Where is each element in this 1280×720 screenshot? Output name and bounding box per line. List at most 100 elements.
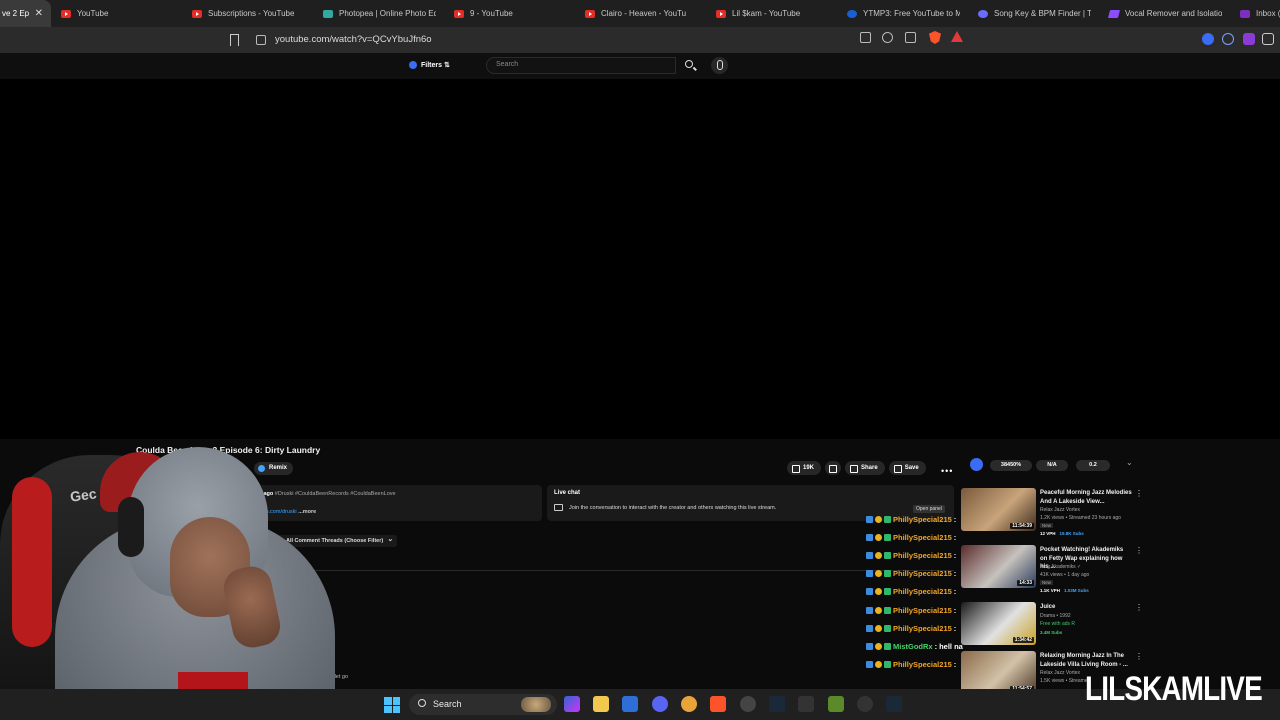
like-button[interactable]: 19K	[787, 461, 822, 475]
4k-downloader-icon[interactable]	[857, 696, 873, 712]
chat-badge-icon	[884, 551, 891, 559]
recommended-channel[interactable]: Drama • 1992	[1040, 613, 1071, 619]
recommended-video[interactable]: 11:54:39 Peaceful Morning Jazz Melodies A…	[961, 488, 1143, 543]
file-explorer-icon[interactable]	[593, 696, 609, 712]
video-thumbnail[interactable]: 11:54:57	[961, 651, 1036, 694]
brave-browser-icon[interactable]	[710, 696, 726, 712]
steam-icon[interactable]	[769, 696, 785, 712]
taskbar-search[interactable]: Search	[409, 694, 557, 715]
share-button[interactable]: Share	[845, 461, 885, 475]
search-highlight-icon	[521, 697, 551, 712]
browser-tab[interactable]: Lil $kam - YouTube	[706, 0, 837, 27]
video-thumbnail[interactable]: 14:33	[961, 545, 1036, 588]
discord-icon[interactable]	[652, 696, 668, 712]
url-text[interactable]: youtube.com/watch?v=QCvYbuJfn6o	[275, 34, 432, 45]
minecraft-icon[interactable]	[828, 696, 844, 712]
recommended-stats: 12 VPH 19.8K Subs	[1040, 531, 1084, 536]
chat-username[interactable]: PhillySpecial215	[893, 569, 952, 578]
chat-separator: :	[953, 605, 957, 615]
chat-username[interactable]: PhillySpecial215	[893, 515, 952, 524]
windows-start-icon[interactable]	[384, 697, 400, 713]
more-options-icon[interactable]: ⋮	[1135, 603, 1143, 612]
recommended-meta: 1.5K views • Streamed	[1040, 678, 1091, 684]
filters-button[interactable]: Filters ⇅	[409, 61, 450, 69]
chat-username[interactable]: PhillySpecial215	[893, 660, 952, 669]
search-icon	[418, 699, 426, 707]
audio-extension-icon[interactable]	[1222, 33, 1234, 45]
recommended-channel[interactable]: King Akademiks ✓	[1040, 564, 1081, 570]
recommended-meta: 1.2K views • Streamed 23 hours ago	[1040, 515, 1121, 521]
browser-tab[interactable]: Song Key & BPM Finder | T	[968, 0, 1099, 27]
steam-secondary-icon[interactable]	[886, 696, 902, 712]
chat-username[interactable]: PhillySpecial215	[893, 551, 952, 560]
dislike-button[interactable]	[825, 461, 842, 475]
chat-username[interactable]: PhillySpecial215	[893, 533, 952, 542]
extension-icon[interactable]	[1202, 33, 1214, 45]
yt-favicon-icon	[192, 9, 202, 18]
chat-username[interactable]: PhillySpecial215	[893, 624, 952, 633]
recommended-channel[interactable]: Relax Jazz Vortex	[1040, 507, 1080, 513]
video-player[interactable]	[0, 79, 1280, 439]
browser-tab[interactable]: Inbox (2	[1230, 0, 1280, 27]
zoom-icon[interactable]	[882, 32, 893, 43]
live-chat-title: Live chat	[554, 490, 581, 496]
chevron-down-icon[interactable]: ⌄	[1126, 458, 1133, 467]
chat-text: hell na	[939, 641, 963, 651]
chat-message: PhillySpecial215 :	[866, 619, 960, 637]
bookmark-icon[interactable]	[230, 34, 239, 46]
more-options-icon[interactable]: ⋮	[1135, 652, 1143, 661]
store-icon[interactable]	[622, 696, 638, 712]
more-actions-icon[interactable]: •••	[941, 466, 953, 476]
mail-favicon-icon	[1240, 9, 1250, 18]
more-options-icon[interactable]: ⋮	[1135, 489, 1143, 498]
recommended-video[interactable]: 1:34:42 Juice Drama • 1992 Free with ads R 3…	[961, 602, 1143, 657]
copilot-icon[interactable]	[564, 696, 580, 712]
divider	[280, 570, 954, 571]
browser-tab[interactable]: YTMP3: Free YouTube to M	[837, 0, 968, 27]
chat-username[interactable]: PhillySpecial215	[893, 587, 952, 596]
profile-extension-icon[interactable]	[1243, 33, 1255, 45]
share-page-icon[interactable]	[905, 32, 916, 43]
video-actions: 19K Share Save	[787, 461, 926, 475]
extensions-puzzle-icon[interactable]	[1262, 33, 1274, 45]
chat-overlay: PhillySpecial215 : PhillySpecial215 : Ph…	[866, 510, 963, 674]
site-info-icon[interactable]	[256, 35, 266, 45]
filters-label: Filters ⇅	[421, 62, 450, 69]
headset	[118, 497, 144, 557]
browser-tab[interactable]: YouTube	[51, 0, 182, 27]
close-tab-icon[interactable]: ✕	[35, 8, 43, 19]
chat-separator: :	[953, 550, 957, 560]
video-thumbnail[interactable]: 11:54:39	[961, 488, 1036, 531]
search-button[interactable]	[678, 57, 702, 74]
brave-rewards-icon[interactable]	[951, 31, 963, 42]
recommended-title[interactable]: Peaceful Morning Jazz Melodies And A Lak…	[1040, 489, 1132, 506]
voice-search-icon[interactable]	[711, 57, 728, 74]
recommended-title[interactable]: Relaxing Morning Jazz In The Lakeside Vi…	[1040, 652, 1132, 669]
browser-tab[interactable]: 9 - YouTube	[444, 0, 575, 27]
recommended-channel[interactable]: Relax Jazz Vortex	[1040, 670, 1080, 676]
recommended-title[interactable]: Juice	[1040, 603, 1132, 612]
chat-message: PhillySpecial215 :	[866, 510, 960, 528]
video-thumbnail[interactable]: 1:34:42	[961, 602, 1036, 645]
cast-icon[interactable]	[860, 32, 871, 43]
chat-badge-icon	[875, 624, 882, 632]
save-button[interactable]: Save	[888, 461, 926, 475]
browser-tab[interactable]: Clairo - Heaven - YouTu	[575, 0, 706, 27]
chat-badge-icon	[884, 588, 891, 596]
app-icon[interactable]	[798, 696, 814, 712]
stats-extension-logo[interactable]	[970, 458, 983, 471]
browser-tab[interactable]: Photopea | Online Photo Ed	[313, 0, 444, 27]
browser-tab[interactable]: Vocal Remover and Isolatio	[1099, 0, 1230, 27]
chat-username[interactable]: PhillySpecial215	[893, 606, 952, 615]
browser-tab[interactable]: Subscriptions - YouTube	[182, 0, 313, 27]
browser-tab[interactable]: ve 2 Ep ✕	[0, 0, 51, 27]
fl-studio-icon[interactable]	[681, 696, 697, 712]
tab-label: Photopea | Online Photo Ed	[339, 9, 436, 18]
search-input[interactable]: Search	[486, 57, 676, 74]
obs-icon[interactable]	[740, 696, 756, 712]
chat-username[interactable]: MistGodRx	[893, 642, 933, 651]
tab-label: Lil $kam - YouTube	[732, 9, 801, 18]
more-options-icon[interactable]: ⋮	[1135, 546, 1143, 555]
recommended-video[interactable]: 14:33 Pocket Watching! Akademiks on Fetty…	[961, 545, 1143, 600]
tab-label: ve 2 Ep	[2, 9, 29, 18]
